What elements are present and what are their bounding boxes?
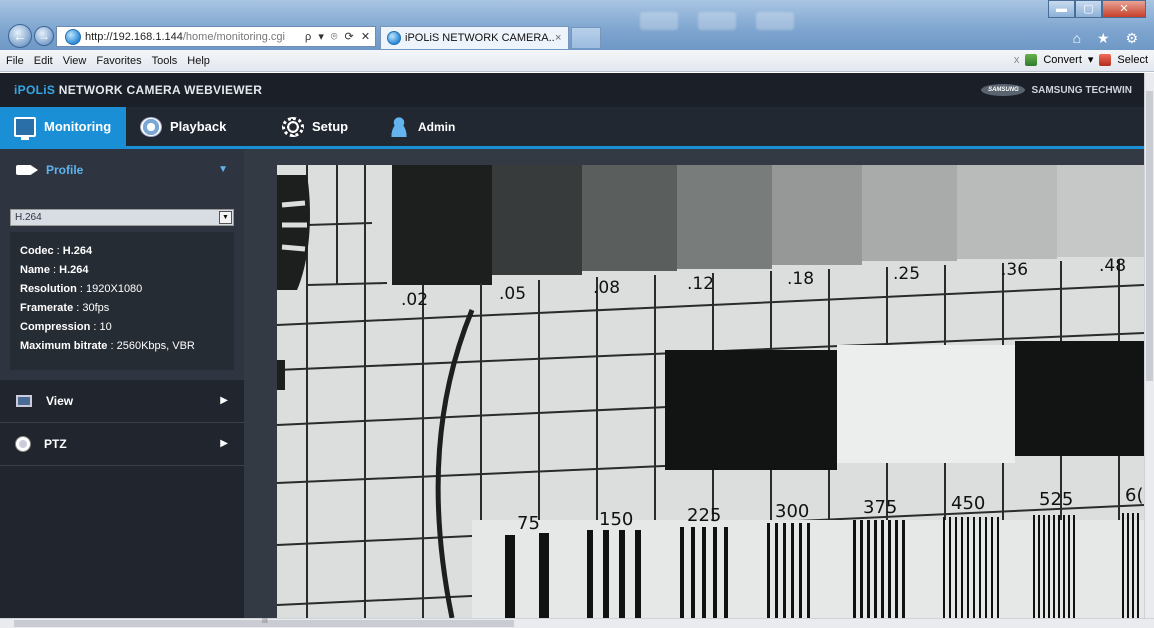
app-header: iPOLiS NETWORK CAMERA WEBVIEWER SAMSUNG …: [0, 73, 1144, 107]
tab-close-icon[interactable]: ×: [555, 32, 561, 44]
profile-info: Codec : H.264 Name : H.264 Resolution : …: [10, 232, 234, 370]
scroll-grip-icon: III: [262, 618, 268, 625]
chevron-right-icon: ▶: [220, 395, 228, 406]
sidebar-item-ptz[interactable]: PTZ ▶: [0, 423, 244, 465]
tab-playback[interactable]: Playback: [126, 107, 256, 146]
density-label: .08: [593, 278, 620, 298]
vendor-brand: SAMSUNG SAMSUNG TECHWIN: [981, 84, 1132, 96]
tab-favicon-icon: [387, 31, 401, 45]
density-label: .02: [401, 290, 428, 310]
name-row: Name : H.264: [20, 264, 89, 276]
bitrate-row: Maximum bitrate : 2560Kbps, VBR: [20, 340, 195, 352]
density-label: .05: [499, 284, 526, 304]
profile-panel: H.264 ▼ Codec : H.264 Name : H.264 Resol…: [0, 191, 244, 380]
profile-select[interactable]: H.264 ▼: [10, 209, 234, 226]
close-window-button[interactable]: ✕: [1102, 0, 1146, 18]
menu-edit[interactable]: Edit: [34, 55, 53, 67]
samsung-logo: SAMSUNG: [981, 84, 1026, 96]
admin-user[interactable]: Admin: [370, 107, 469, 146]
forward-button[interactable]: →: [34, 26, 54, 46]
back-button[interactable]: ←: [8, 24, 32, 48]
menu-view[interactable]: View: [63, 55, 87, 67]
test-chart-frame: .02 .05 .08 .12 .18 .25 .36 .48 75 150 2…: [277, 165, 1144, 618]
webviewer: iPOLiS NETWORK CAMERA WEBVIEWER SAMSUNG …: [0, 73, 1144, 618]
main-nav: Monitoring Playback Setup Admin: [0, 107, 1144, 149]
scroll-thumb[interactable]: [1146, 91, 1153, 381]
menu-favorites[interactable]: Favorites: [96, 55, 141, 67]
density-label: .18: [787, 269, 814, 289]
user-icon: [388, 116, 410, 137]
menu-file[interactable]: File: [6, 55, 24, 67]
address-bar[interactable]: http://192.168.1.144/home/monitoring.cgi…: [56, 26, 376, 47]
tab-monitoring[interactable]: Monitoring: [0, 107, 126, 146]
menu-tools[interactable]: Tools: [152, 55, 178, 67]
url-text[interactable]: http://192.168.1.144/home/monitoring.cgi: [85, 31, 295, 43]
compression-row: Compression : 10: [20, 321, 112, 333]
resolution-label: 75: [517, 513, 540, 534]
codec-row: Codec : H.264: [20, 245, 93, 257]
resolution-label: 450: [951, 493, 985, 514]
window-controls: ▬ ▢ ✕: [1048, 0, 1146, 18]
horizontal-scrollbar[interactable]: III: [0, 618, 1154, 628]
maximize-button[interactable]: ▢: [1075, 0, 1102, 18]
browser-titlebar: ← → http://192.168.1.144/home/monitoring…: [0, 0, 1154, 50]
sidebar-item-profile[interactable]: Profile ▼: [0, 149, 244, 191]
tab-title: iPOLiS NETWORK CAMERA...: [405, 32, 555, 44]
video-workspace: .02 .05 .08 .12 .18 .25 .36 .48 75 150 2…: [244, 149, 1144, 618]
taskbar-thumbnails: [640, 12, 820, 42]
resolution-row: Resolution : 1920X1080: [20, 283, 143, 295]
density-label: .12: [687, 274, 714, 294]
select-icon: [1099, 53, 1112, 66]
ie-icon: [65, 28, 81, 45]
sidebar: Profile ▼ H.264 ▼ Codec : H.264 Name : H…: [0, 149, 244, 618]
home-favorites-settings-icons[interactable]: ⌂ ★ ⚙: [1073, 30, 1144, 47]
density-label: .25: [893, 264, 920, 284]
density-label: .36: [1001, 260, 1028, 280]
black-patch: [1015, 341, 1144, 456]
sidebar-item-view[interactable]: View ▶: [0, 380, 244, 422]
select-button[interactable]: Select: [1117, 54, 1148, 66]
resolution-label: 300: [775, 501, 809, 522]
resolution-label: 150: [599, 509, 633, 530]
app-title: iPOLiS NETWORK CAMERA WEBVIEWER: [14, 83, 263, 97]
chevron-down-icon: ▼: [218, 164, 228, 175]
close-toolbar-icon[interactable]: x: [1014, 54, 1020, 66]
addon-toolbar: x Convert ▾ Select: [1014, 53, 1148, 66]
new-tab-button[interactable]: [571, 27, 601, 48]
menu-help[interactable]: Help: [187, 55, 210, 67]
convert-button[interactable]: Convert: [1043, 54, 1082, 66]
resolution-label: 525: [1039, 489, 1073, 510]
ptz-icon: [16, 437, 30, 451]
monitor-view-icon: [16, 395, 32, 407]
black-patch: [665, 350, 837, 470]
vendor-name: SAMSUNG TECHWIN: [1031, 84, 1132, 96]
camera-icon: [16, 165, 38, 175]
white-patch: [837, 345, 1015, 463]
tab-setup[interactable]: Setup: [256, 107, 370, 146]
browser-tab[interactable]: iPOLiS NETWORK CAMERA... ×: [380, 26, 569, 49]
dropdown-arrow-icon[interactable]: ▼: [219, 211, 232, 224]
minimize-button[interactable]: ▬: [1048, 0, 1075, 18]
divider: [0, 465, 244, 466]
resolution-label: 6(: [1125, 485, 1143, 506]
vertical-scrollbar[interactable]: [1144, 73, 1154, 618]
resolution-label: 225: [687, 505, 721, 526]
convert-caret-icon[interactable]: ▾: [1088, 53, 1094, 66]
chevron-right-icon: ▶: [220, 438, 228, 449]
resolution-label: 375: [863, 497, 897, 518]
playback-icon: [140, 116, 162, 137]
convert-icon: [1025, 53, 1038, 66]
monitor-icon: [14, 116, 36, 140]
menu-bar: File Edit View Favorites Tools Help x Co…: [0, 50, 1154, 72]
framerate-row: Framerate : 30fps: [20, 302, 110, 314]
live-video[interactable]: .02 .05 .08 .12 .18 .25 .36 .48 75 150 2…: [277, 165, 1144, 618]
gear-icon: [282, 116, 304, 137]
density-label: .48: [1099, 256, 1126, 276]
address-tools[interactable]: ρ ▾ ⌾ ⟳ ✕: [305, 30, 372, 44]
